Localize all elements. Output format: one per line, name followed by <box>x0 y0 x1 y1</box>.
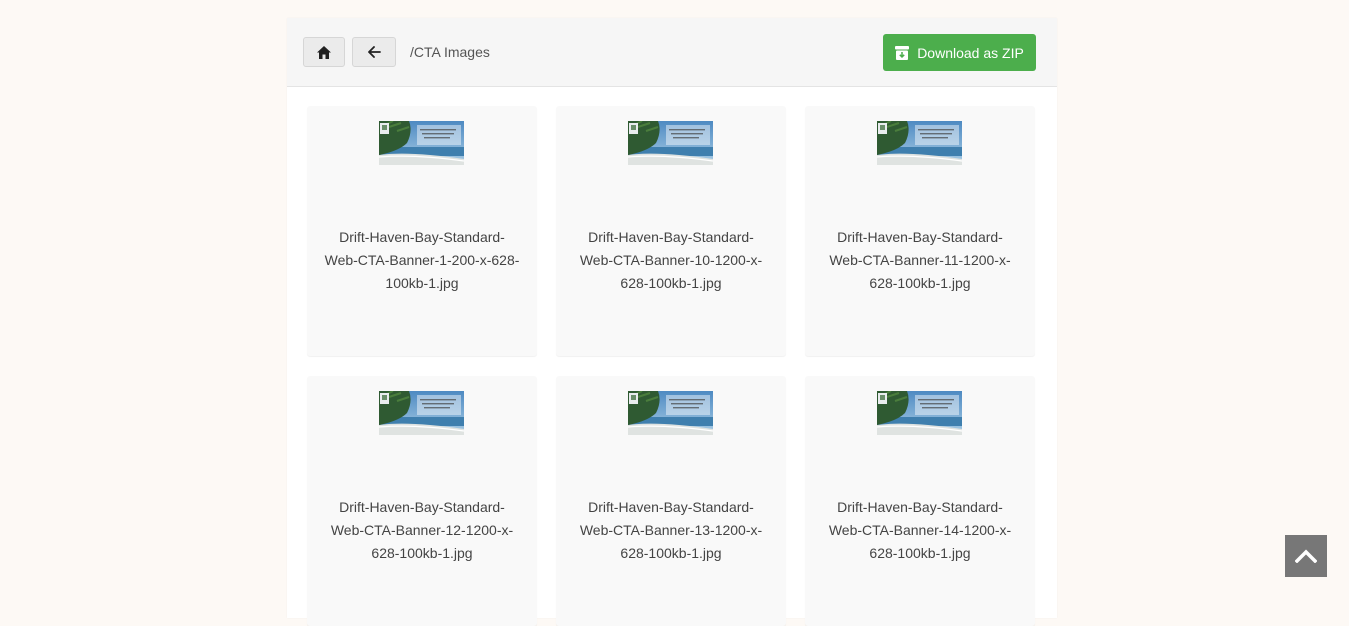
back-button[interactable] <box>352 37 396 67</box>
file-card[interactable]: Drift-Haven-Bay-Standard- Web-CTA-Banner… <box>556 376 786 626</box>
arrow-left-icon <box>367 46 381 58</box>
file-card[interactable]: Drift-Haven-Bay-Standard- Web-CTA-Banner… <box>307 376 537 626</box>
file-name-line: Web-CTA-Banner-12-1200-x- <box>330 522 514 538</box>
file-name-line: Web-CTA-Banner-11-1200-x- <box>829 252 1011 268</box>
file-name-line: Drift-Haven-Bay-Standard- <box>588 229 754 245</box>
file-name-line: 100kb-1.jpg <box>385 275 459 291</box>
home-icon <box>317 45 331 59</box>
file-name-line: 628-100kb-1.jpg <box>620 275 722 291</box>
file-name-line: Drift-Haven-Bay-Standard- <box>339 229 505 245</box>
file-card[interactable]: Drift-Haven-Bay-Standard- Web-CTA-Banner… <box>307 106 537 356</box>
file-name-line: Drift-Haven-Bay-Standard- <box>588 499 754 515</box>
file-name-line: Web-CTA-Banner-1-200-x-628- <box>324 252 520 268</box>
toolbar: /CTA Images Download as ZIP <box>287 18 1057 87</box>
file-name-line: Drift-Haven-Bay-Standard- <box>837 499 1003 515</box>
file-name: Drift-Haven-Bay-Standard- Web-CTA-Banner… <box>317 496 527 565</box>
file-name-line: 628-100kb-1.jpg <box>620 545 722 561</box>
file-card[interactable]: Drift-Haven-Bay-Standard- Web-CTA-Banner… <box>805 376 1035 626</box>
file-browser-panel: /CTA Images Download as ZIP Drift-Haven-… <box>287 18 1057 626</box>
image-thumbnail <box>877 121 962 165</box>
current-path: /CTA Images <box>410 44 490 60</box>
file-name-line: Drift-Haven-Bay-Standard- <box>339 499 505 515</box>
file-card[interactable]: Drift-Haven-Bay-Standard- Web-CTA-Banner… <box>805 106 1035 356</box>
image-thumbnail <box>628 121 713 165</box>
file-name: Drift-Haven-Bay-Standard- Web-CTA-Banner… <box>566 496 776 565</box>
image-thumbnail <box>628 391 713 435</box>
file-name: Drift-Haven-Bay-Standard- Web-CTA-Banner… <box>566 226 776 295</box>
image-thumbnail <box>379 391 464 435</box>
chevron-up-icon <box>1295 549 1317 563</box>
image-thumbnail <box>379 121 464 165</box>
file-name-line: Web-CTA-Banner-13-1200-x- <box>579 522 763 538</box>
download-zip-button[interactable]: Download as ZIP <box>883 34 1036 71</box>
image-thumbnail <box>877 391 962 435</box>
file-name-line: Web-CTA-Banner-14-1200-x- <box>828 522 1012 538</box>
archive-download-icon <box>895 45 910 60</box>
home-button[interactable] <box>303 37 345 67</box>
file-name-line: 628-100kb-1.jpg <box>371 545 473 561</box>
file-card[interactable]: Drift-Haven-Bay-Standard- Web-CTA-Banner… <box>556 106 786 356</box>
file-name-line: Drift-Haven-Bay-Standard- <box>837 229 1003 245</box>
file-name: Drift-Haven-Bay-Standard- Web-CTA-Banner… <box>317 226 527 295</box>
file-name-line: 628-100kb-1.jpg <box>869 275 971 291</box>
scroll-to-top-button[interactable] <box>1285 535 1327 577</box>
file-name-line: Web-CTA-Banner-10-1200-x- <box>579 252 763 268</box>
file-name-line: 628-100kb-1.jpg <box>869 545 971 561</box>
file-name: Drift-Haven-Bay-Standard- Web-CTA-Banner… <box>815 226 1025 295</box>
file-name: Drift-Haven-Bay-Standard- Web-CTA-Banner… <box>815 496 1025 565</box>
download-zip-label: Download as ZIP <box>917 44 1024 61</box>
